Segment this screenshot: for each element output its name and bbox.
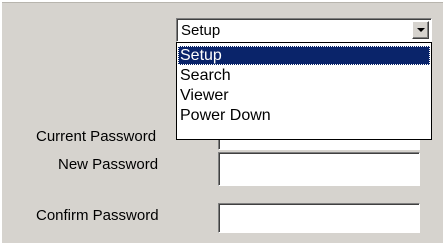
chevron-down-icon bbox=[417, 28, 425, 32]
dropdown-option-setup[interactable]: Setup bbox=[178, 46, 430, 65]
frame-top-shadow bbox=[2, 2, 443, 3]
dropdown-button[interactable] bbox=[412, 21, 429, 39]
dropdown-option-search[interactable]: Search bbox=[178, 66, 430, 85]
mode-select-value: Setup bbox=[181, 22, 221, 39]
confirm-password-field[interactable] bbox=[218, 203, 420, 233]
mode-dropdown-list: Setup Search Viewer Power Down bbox=[176, 42, 432, 140]
current-password-label: Current Password bbox=[36, 128, 157, 145]
frame-left-edge bbox=[0, 0, 2, 243]
dropdown-option-viewer[interactable]: Viewer bbox=[178, 86, 430, 105]
new-password-field[interactable] bbox=[218, 152, 420, 186]
new-password-label: New Password bbox=[58, 156, 159, 173]
dropdown-option-power-down[interactable]: Power Down bbox=[178, 106, 430, 125]
mode-select[interactable]: Setup bbox=[176, 18, 432, 42]
confirm-password-label: Confirm Password bbox=[36, 207, 159, 224]
